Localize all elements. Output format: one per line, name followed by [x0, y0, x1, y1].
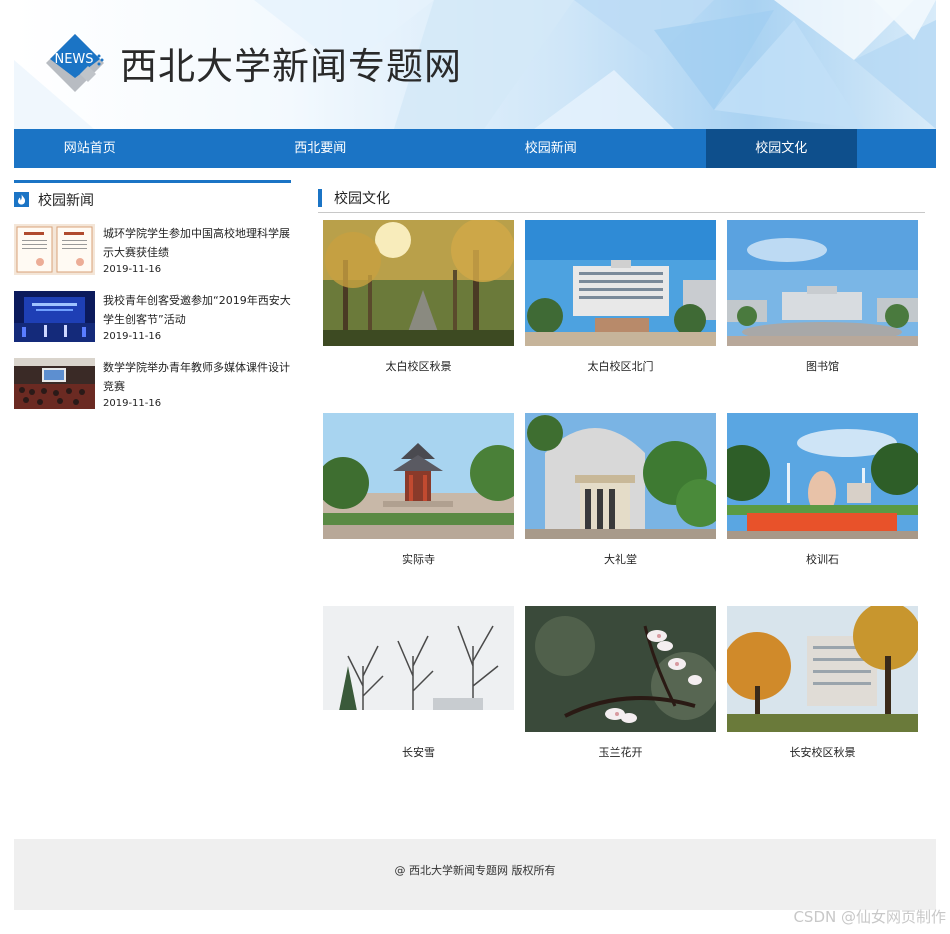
news-logo[interactable]: NEWS: [44, 32, 106, 94]
nav-item-campus-culture[interactable]: 校园文化: [705, 129, 857, 168]
main-content: 校园文化 太白校区秋景 太白校区北门 图书馆 实际寺 大礼堂 校训石 长安雪 玉…: [318, 183, 925, 759]
photo-taibai-north-gate[interactable]: [525, 220, 716, 346]
photo-card[interactable]: 校训石: [727, 413, 918, 567]
photo-caption[interactable]: 校训石: [727, 551, 918, 567]
logo-text: NEWS: [54, 52, 93, 67]
photo-card[interactable]: 图书馆: [727, 220, 918, 374]
sidebar-title: 校园新闻: [38, 192, 94, 209]
sidebar-header: 校园新闻: [14, 180, 291, 214]
photo-library[interactable]: [727, 220, 918, 346]
photo-caption[interactable]: 图书馆: [727, 358, 918, 374]
news-title[interactable]: 城环学院学生参加中国高校地理科学展示大赛获佳绩: [103, 224, 291, 262]
photo-card[interactable]: 大礼堂: [525, 413, 716, 567]
photo-card[interactable]: 玉兰花开: [525, 606, 716, 760]
photo-card[interactable]: 实际寺: [323, 413, 514, 567]
photo-card[interactable]: 太白校区秋景: [323, 220, 514, 374]
nav-item-home[interactable]: 网站首页: [14, 129, 166, 168]
footer: @ 西北大学新闻专题网 版权所有: [14, 839, 936, 910]
nav-item-northwest-news[interactable]: 西北要闻: [245, 129, 397, 168]
photo-caption[interactable]: 太白校区秋景: [323, 358, 514, 374]
photo-caption[interactable]: 太白校区北门: [525, 358, 716, 374]
news-item[interactable]: 我校青年创客受邀参加“2019年西安大学生创客节”活动 2019-11-16: [14, 291, 291, 358]
main-nav: 网站首页 西北要闻 校园新闻 校园文化: [14, 129, 936, 168]
photo-shiji-temple[interactable]: [323, 413, 514, 539]
photo-caption[interactable]: 长安校区秋景: [727, 744, 918, 760]
news-date: 2019-11-16: [103, 331, 162, 342]
site-title: 西北大学新闻专题网: [120, 45, 462, 88]
sidebar: 校园新闻 城环学院学生参加中国高校地理科学展示大赛获佳绩 2019-11-16 …: [14, 180, 291, 425]
section-header: 校园文化: [318, 183, 925, 213]
header-banner: NEWS 西北大学新闻专题网: [14, 0, 936, 129]
photo-card[interactable]: 太白校区北门: [525, 220, 716, 374]
news-item[interactable]: 数学学院举办青年教师多媒体课件设计竞赛 2019-11-16: [14, 358, 291, 425]
photo-taibai-autumn[interactable]: [323, 220, 514, 346]
photo-caption[interactable]: 玉兰花开: [525, 744, 716, 760]
footer-copyright: @ 西北大学新闻专题网 版权所有: [394, 864, 556, 877]
news-thumbnail-certificates[interactable]: [14, 224, 95, 275]
news-title[interactable]: 数学学院举办青年教师多媒体课件设计竞赛: [103, 358, 291, 396]
watermark-text: CSDN @仙女网页制作: [793, 908, 946, 926]
photo-card[interactable]: 长安雪: [323, 606, 514, 760]
photo-motto-stone[interactable]: [727, 413, 918, 539]
news-list: 城环学院学生参加中国高校地理科学展示大赛获佳绩 2019-11-16 我校青年创…: [14, 224, 291, 425]
photo-changan-autumn[interactable]: [727, 606, 918, 732]
news-title[interactable]: 我校青年创客受邀参加“2019年西安大学生创客节”活动: [103, 291, 291, 329]
photo-magnolia[interactable]: [525, 606, 716, 732]
photo-caption[interactable]: 实际寺: [323, 551, 514, 567]
fire-icon: [14, 192, 29, 207]
section-title: 校园文化: [334, 190, 390, 207]
news-thumbnail-stage-event[interactable]: [14, 291, 95, 342]
photo-caption[interactable]: 长安雪: [323, 744, 514, 760]
news-date: 2019-11-16: [103, 264, 162, 275]
news-item[interactable]: 城环学院学生参加中国高校地理科学展示大赛获佳绩 2019-11-16: [14, 224, 291, 291]
photo-caption[interactable]: 大礼堂: [525, 551, 716, 567]
section-accent-bar: [318, 188, 322, 207]
news-thumbnail-lecture-hall[interactable]: [14, 358, 95, 409]
photo-card[interactable]: 长安校区秋景: [727, 606, 918, 760]
news-date: 2019-11-16: [103, 398, 162, 409]
nav-item-campus-news[interactable]: 校园新闻: [475, 129, 627, 168]
photo-changan-snow[interactable]: [323, 606, 514, 732]
photo-auditorium[interactable]: [525, 413, 716, 539]
